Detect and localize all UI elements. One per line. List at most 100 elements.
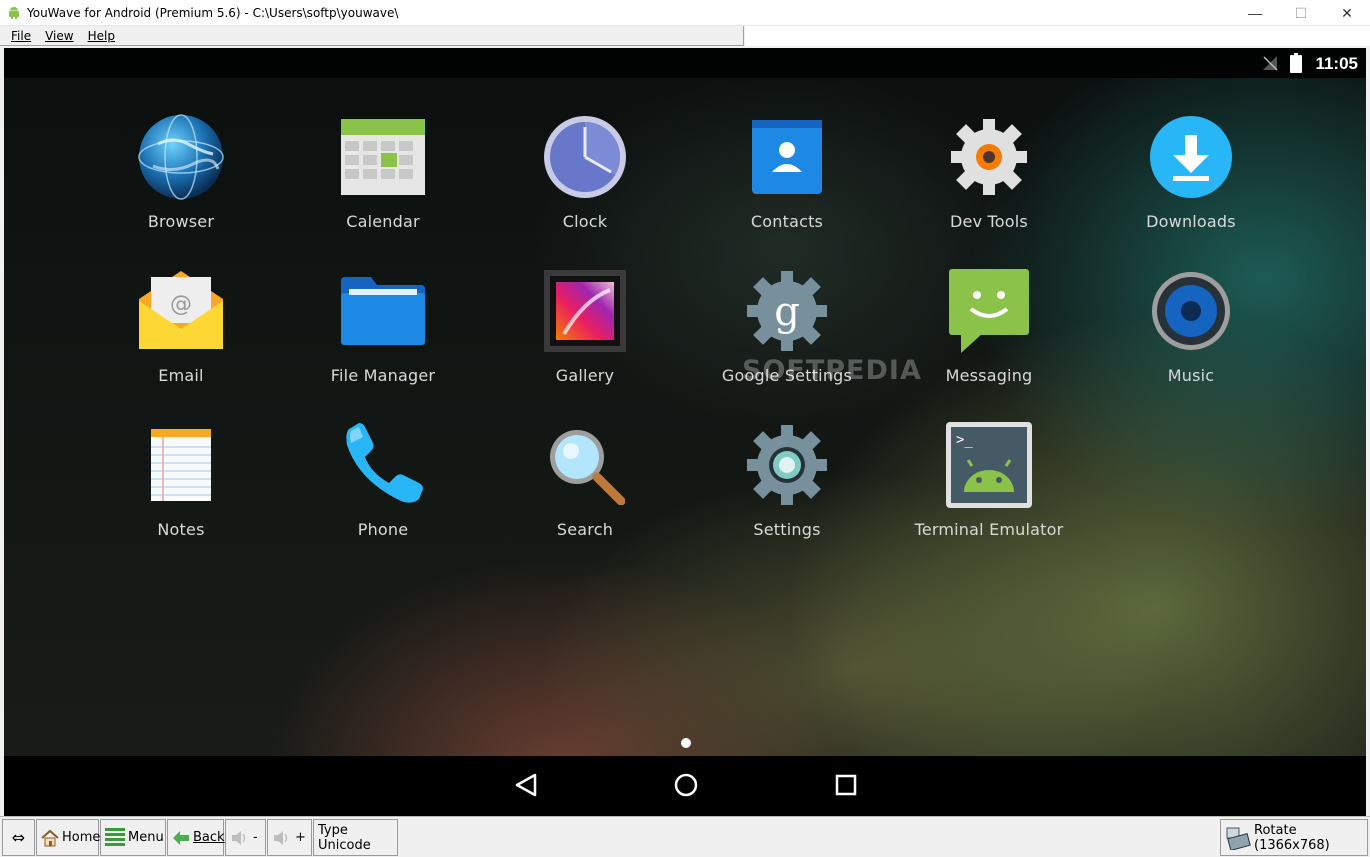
app-gallery[interactable]: Gallery <box>485 266 685 385</box>
type-unicode-label: Type Unicode <box>318 822 371 853</box>
back-triangle-icon <box>513 772 539 803</box>
resize-button[interactable]: ⇔ <box>2 819 35 856</box>
app-label: Downloads <box>1146 212 1236 231</box>
app-file-manager[interactable]: File Manager <box>283 266 483 385</box>
browser-globe-icon <box>136 112 226 202</box>
back-label: Back <box>193 830 225 845</box>
menu-view[interactable]: View <box>38 29 80 43</box>
rotate-button[interactable]: Rotate (1366x768) <box>1220 819 1368 856</box>
softpedia-watermark: SOFTPEDIA <box>742 355 922 386</box>
app-label: Contacts <box>750 212 824 231</box>
app-settings[interactable]: Settings <box>687 420 887 539</box>
app-browser[interactable]: Browser <box>81 112 281 231</box>
maximize-icon: ☐ <box>1294 4 1308 21</box>
app-dev-tools[interactable]: Dev Tools <box>889 112 1089 231</box>
app-label: Gallery <box>555 366 615 385</box>
app-calendar[interactable]: Calendar <box>283 112 483 231</box>
app-email[interactable]: @ Email <box>81 266 281 385</box>
messaging-icon <box>944 266 1034 356</box>
app-phone[interactable]: Phone <box>283 420 483 539</box>
menu-lines-icon <box>105 827 125 849</box>
volume-up-button[interactable]: + <box>267 819 312 856</box>
window-title: YouWave for Android (Premium 5.6) - C:\U… <box>27 5 399 20</box>
status-bar: 11:05 <box>4 48 1366 78</box>
contacts-icon <box>742 112 832 202</box>
app-contacts[interactable]: Contacts <box>687 112 887 231</box>
menu-bar: File View Help <box>0 26 744 46</box>
back-button[interactable]: Back <box>167 819 225 856</box>
app-label: File Manager <box>330 366 436 385</box>
app-downloads[interactable]: Downloads <box>1091 112 1291 231</box>
app-label: Search <box>556 520 614 539</box>
app-label: Settings <box>753 520 821 539</box>
home-label: Home <box>62 830 101 845</box>
clock-icon <box>540 112 630 202</box>
keyboard-rotate-icon <box>1225 826 1251 850</box>
bottom-toolbar: ⇔ Home Menu Back - + Type Unicode Rotate… <box>0 816 1370 857</box>
app-label: Calendar <box>346 212 420 231</box>
minimize-icon: — <box>1248 5 1262 21</box>
svg-text:@: @ <box>170 292 192 317</box>
app-label: Phone <box>357 520 409 539</box>
download-icon <box>1146 112 1236 202</box>
maximize-button[interactable]: ☐ <box>1278 0 1324 26</box>
volume-down-label: - <box>253 830 258 845</box>
app-label: Terminal Emulator <box>914 520 1064 539</box>
home-circle-icon <box>673 772 699 803</box>
dev-tools-gear-icon <box>944 112 1034 202</box>
music-speaker-icon <box>1146 266 1236 356</box>
app-notes[interactable]: Notes <box>81 420 281 539</box>
app-label: Email <box>158 366 204 385</box>
settings-gear-icon <box>742 420 832 510</box>
resize-arrows-icon: ⇔ <box>11 828 26 847</box>
battery-icon <box>1290 53 1302 78</box>
menu-label: Menu <box>128 830 164 845</box>
app-music[interactable]: Music <box>1091 266 1291 385</box>
android-screen[interactable]: 11:05 Browser Calendar Clock Contacts De… <box>4 48 1366 816</box>
svg-text:g: g <box>774 289 800 335</box>
calendar-icon <box>338 112 428 202</box>
app-label: Browser <box>147 212 215 231</box>
menu-file[interactable]: File <box>4 29 38 43</box>
magnifier-icon <box>540 420 630 510</box>
nav-home-button[interactable] <box>669 770 703 804</box>
app-label: Music <box>1167 366 1215 385</box>
volume-down-button[interactable]: - <box>225 819 266 856</box>
close-icon: ✕ <box>1341 4 1353 21</box>
app-label: Dev Tools <box>950 212 1028 231</box>
app-clock[interactable]: Clock <box>485 112 685 231</box>
nav-recents-button[interactable] <box>829 770 863 804</box>
nav-back-button[interactable] <box>509 770 543 804</box>
window-titlebar: YouWave for Android (Premium 5.6) - C:\U… <box>0 0 1370 26</box>
terminal-android-icon: >_ <box>944 420 1034 510</box>
recents-square-icon <box>834 773 858 802</box>
android-app-icon <box>7 6 21 20</box>
speaker-icon <box>230 829 250 847</box>
menu-button[interactable]: Menu <box>100 819 166 856</box>
status-clock: 11:05 <box>1315 54 1358 73</box>
volume-up-label: + <box>295 830 306 845</box>
app-terminal-emulator[interactable]: >_ Terminal Emulator <box>889 420 1089 539</box>
notes-icon <box>136 420 226 510</box>
phone-icon <box>338 420 428 510</box>
app-search[interactable]: Search <box>485 420 685 539</box>
folder-icon <box>338 266 428 356</box>
android-nav-bar <box>4 756 1366 816</box>
close-button[interactable]: ✕ <box>1324 0 1370 26</box>
menu-bar-spacer <box>745 26 1370 46</box>
no-signal-icon <box>1262 55 1278 76</box>
type-unicode-button[interactable]: Type Unicode <box>313 819 398 856</box>
email-envelope-icon: @ <box>136 266 226 356</box>
menu-help[interactable]: Help <box>81 29 122 43</box>
house-icon <box>41 829 59 847</box>
page-indicator-dot <box>681 738 691 748</box>
google-settings-icon: g <box>742 266 832 356</box>
home-button[interactable]: Home <box>36 819 101 856</box>
minimize-button[interactable]: — <box>1232 0 1278 26</box>
gallery-icon <box>540 266 630 356</box>
speaker-icon <box>272 829 292 847</box>
svg-text:>_: >_ <box>956 432 973 448</box>
rotate-label: Rotate (1366x768) <box>1254 822 1330 853</box>
app-label: Clock <box>562 212 608 231</box>
app-label: Notes <box>157 520 205 539</box>
